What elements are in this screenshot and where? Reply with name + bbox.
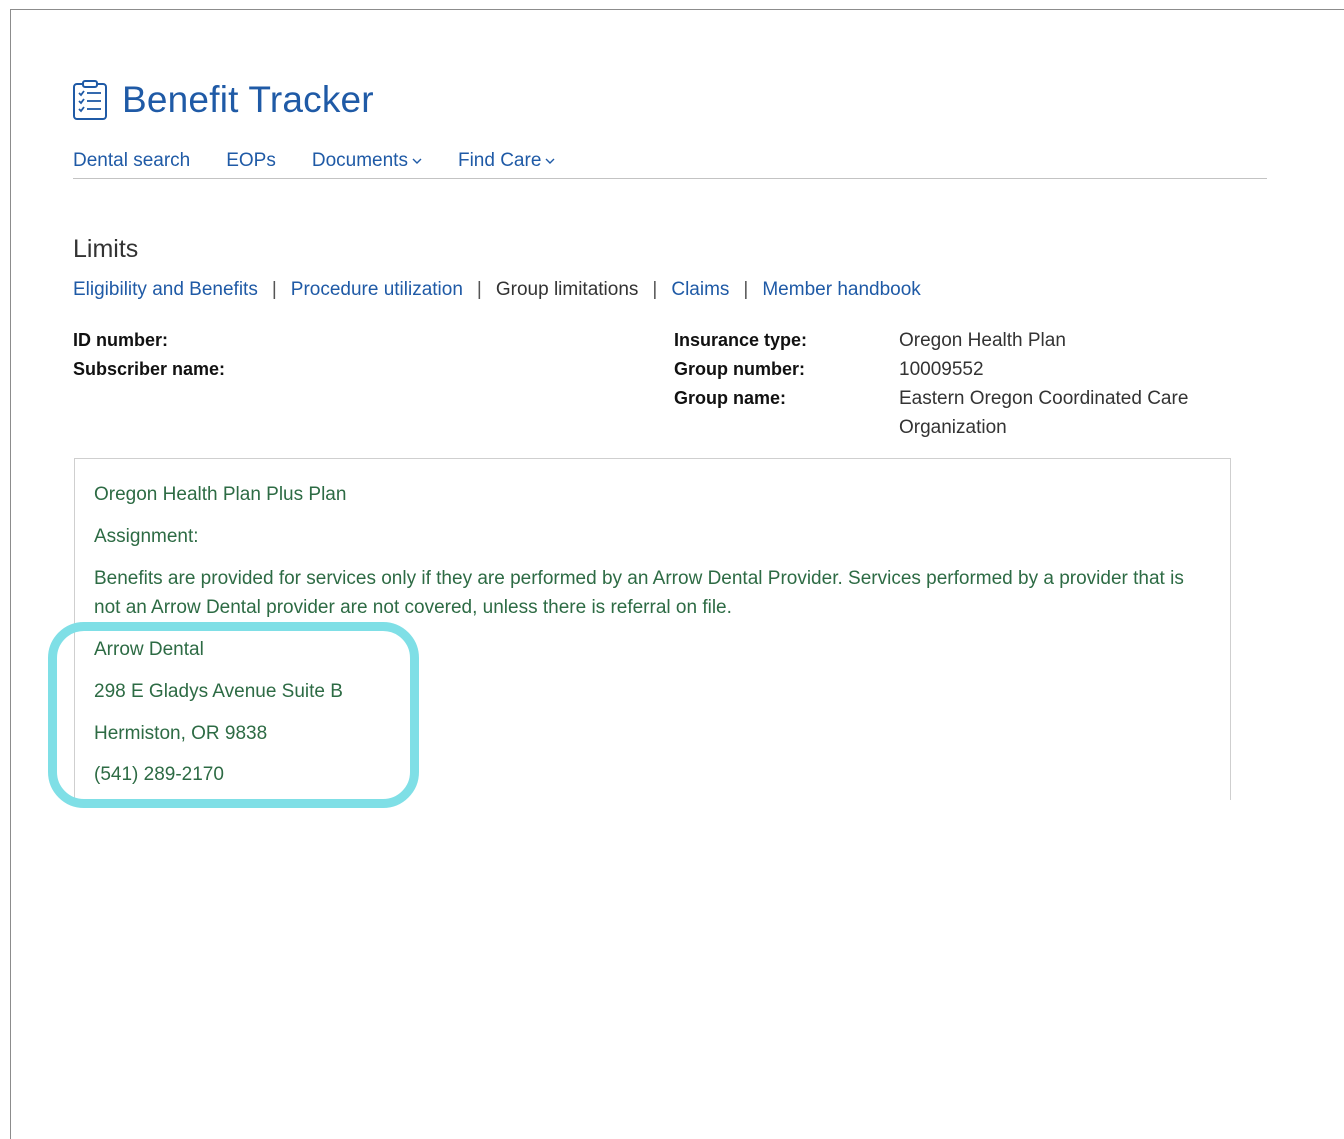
group-name-label: Group name: [674,388,787,408]
nav-label: Documents [311,150,408,171]
app-title: Benefit Tracker [122,79,374,120]
group-number-label: Group number: [674,359,805,379]
chevron-down-icon [545,158,555,164]
group-name-value: Eastern Oregon Coordinated Care Organiza… [899,388,1189,438]
provider-street: 298 E Gladys Avenue Suite B [94,681,343,702]
provider-phone: (541) 289-2170 [94,764,224,785]
plan-name: Oregon Health Plan Plus Plan [94,484,347,505]
member-info-right-labels: Insurance type: Group number: Group name… [674,326,807,413]
nav-label: Find Care [457,150,542,171]
nav-find-care-dropdown[interactable]: Find Care [458,148,555,174]
provider-name: Arrow Dental [94,639,204,660]
top-navigation: Dental search EOPs Documents Find Care [73,148,1267,179]
tab-procedure-utilization[interactable]: Procedure utilization [291,277,463,303]
nav-documents-dropdown[interactable]: Documents [312,148,422,174]
provider-city: Hermiston, OR 9838 [94,723,268,744]
nav-eops[interactable]: EOPs [226,148,276,174]
chevron-down-icon [412,158,422,164]
limits-tabs: Eligibility and Benefits | Procedure uti… [73,277,921,303]
checklist-icon [73,80,107,120]
tab-claims[interactable]: Claims [671,277,729,303]
assignment-label: Assignment: [94,526,199,547]
member-info-right-values: Oregon Health Plan 10009552 Eastern Oreg… [899,326,1244,442]
app-header: Benefit Tracker [72,78,374,122]
benefits-description: Benefits are provided for services only … [94,568,1184,618]
nav-label: EOPs [226,150,276,171]
nav-label: Dental search [73,150,191,171]
id-number-label: ID number: [73,330,169,350]
tab-separator: | [476,279,482,300]
tab-separator: | [271,279,277,300]
nav-dental-search[interactable]: Dental search [73,148,190,174]
group-number-value: 10009552 [899,359,984,380]
tab-group-limitations[interactable]: Group limitations [496,277,639,303]
subscriber-name-label: Subscriber name: [73,359,226,379]
tab-separator: | [652,279,658,300]
section-title: Limits [73,235,139,263]
member-info-left: ID number: Subscriber name: [73,326,225,384]
tab-eligibility-and-benefits[interactable]: Eligibility and Benefits [73,277,258,303]
insurance-type-label: Insurance type: [674,330,808,350]
tab-separator: | [743,279,749,300]
plan-details-panel [74,458,1231,800]
tab-member-handbook[interactable]: Member handbook [762,277,920,303]
insurance-type-value: Oregon Health Plan [899,330,1066,351]
